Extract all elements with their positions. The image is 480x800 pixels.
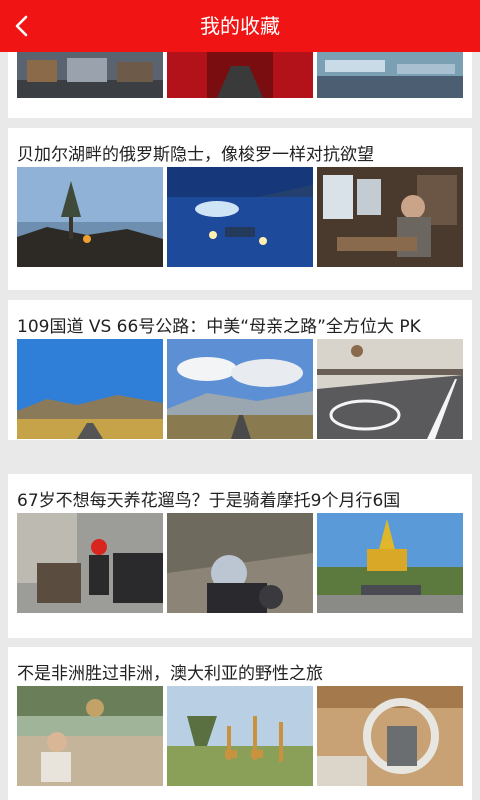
thumbnail-image — [17, 686, 163, 786]
thumbnail-image — [317, 339, 463, 439]
thumbnail-image — [167, 686, 313, 786]
thumbnail-image — [317, 686, 463, 786]
article-title: 67岁不想每天养花遛鸟？于是骑着摩托9个月行6国 — [17, 491, 401, 511]
thumbnail-image — [17, 167, 163, 267]
favorite-card[interactable]: 贝加尔湖畔的俄罗斯隐士，像梭罗一样对抗欲望 — [8, 128, 472, 290]
article-title: 109国道 VS 66号公路：中美“母亲之路”全方位大 PK — [17, 317, 421, 337]
thumbnail-image — [317, 513, 463, 613]
thumbnail-image — [317, 52, 463, 98]
app-header: 我的收藏 — [0, 0, 480, 52]
article-title: 贝加尔湖畔的俄罗斯隐士，像梭罗一样对抗欲望 — [17, 145, 374, 165]
page-title: 我的收藏 — [200, 14, 280, 38]
thumbnail-image — [167, 52, 313, 98]
favorite-card[interactable]: 不是非洲胜过非洲，澳大利亚的野性之旅 — [8, 647, 472, 800]
article-title: 不是非洲胜过非洲，澳大利亚的野性之旅 — [17, 664, 323, 684]
thumbnail-image — [167, 339, 313, 439]
thumbnail-image — [317, 167, 463, 267]
thumbnail-image — [17, 513, 163, 613]
thumbnail-image — [167, 167, 313, 267]
favorite-card[interactable]: 67岁不想每天养花遛鸟？于是骑着摩托9个月行6国 — [8, 474, 472, 638]
thumbnail-image — [167, 513, 313, 613]
thumbnail-image — [17, 52, 163, 98]
thumbnail-image — [17, 339, 163, 439]
favorite-card[interactable]: 109国道 VS 66号公路：中美“母亲之路”全方位大 PK — [8, 300, 472, 440]
